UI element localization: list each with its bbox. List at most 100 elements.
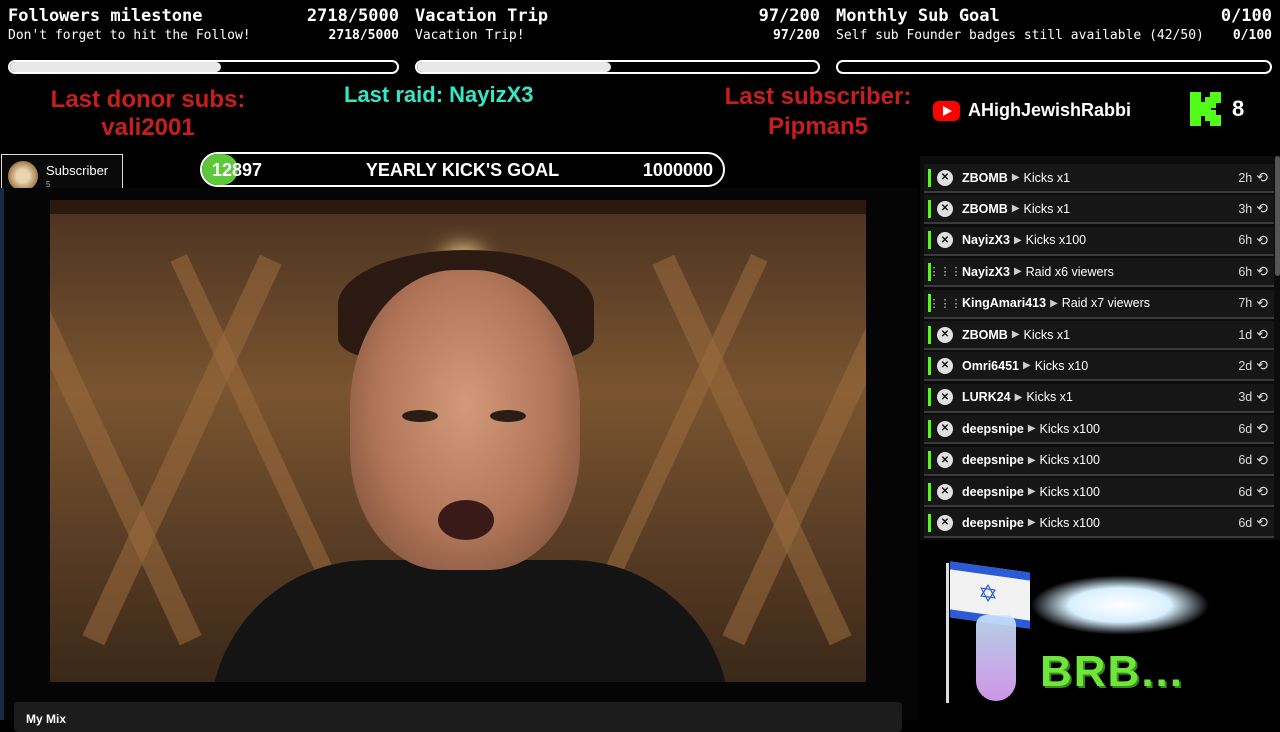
goal-progress-bar xyxy=(836,60,1272,74)
youtube-channel-name: AHighJewishRabbi xyxy=(968,100,1132,120)
kick-count: 8 xyxy=(1232,96,1245,121)
event-time: 1d xyxy=(1238,327,1253,342)
mix-label: My Mix xyxy=(26,712,67,726)
mix-bar[interactable]: My Mix xyxy=(14,702,902,732)
replay-icon[interactable]: ⟲ xyxy=(1256,483,1268,500)
goal-followers: Followers milestone 2718/5000 Don't forg… xyxy=(8,0,399,82)
event-time: 7h xyxy=(1238,296,1253,311)
last-raid: Last raid: NayizX3 xyxy=(344,82,534,107)
avatar xyxy=(8,161,38,191)
replay-icon[interactable]: ⟲ xyxy=(1256,169,1268,186)
raid-icon: ⋮⋮⋮ xyxy=(928,266,962,279)
last-donor-title: Last donor subs: xyxy=(50,86,246,113)
event-user: NayizX3 xyxy=(962,264,1010,279)
arrow-icon: ▶ xyxy=(1011,172,1020,183)
row-accent xyxy=(928,356,931,375)
row-accent xyxy=(928,419,931,438)
replay-icon[interactable]: ⟲ xyxy=(1256,514,1268,531)
arrow-icon: ▶ xyxy=(1022,360,1031,372)
goal-subtitle: Don't forget to hit the Follow! xyxy=(8,28,251,43)
arrow-icon: ▶ xyxy=(1013,234,1022,246)
event-action: Kicks x1 xyxy=(1026,390,1073,405)
event-action: Kicks x100 xyxy=(1039,515,1100,530)
event-time: 2h xyxy=(1238,170,1253,185)
event-time: 3d xyxy=(1238,390,1253,405)
replay-icon[interactable]: ⟲ xyxy=(1256,389,1268,406)
kick-coin-icon: ✕ xyxy=(937,452,953,469)
goal-progress-fill xyxy=(417,62,612,72)
event-action: Kicks x1 xyxy=(1023,327,1071,342)
goal-sub-value: 2718/5000 xyxy=(328,28,399,43)
replay-icon[interactable]: ⟲ xyxy=(1256,452,1268,469)
arrow-icon: ▶ xyxy=(1027,423,1036,435)
replay-icon[interactable]: ⟲ xyxy=(1256,420,1268,437)
event-user: deepsnipe xyxy=(962,515,1024,530)
goal-subtitle: Vacation Trip! xyxy=(415,28,525,43)
goal-sub-value: 0/100 xyxy=(1232,28,1272,43)
scrollbar[interactable] xyxy=(1275,156,1280,276)
event-action: Kicks x10 xyxy=(1034,358,1089,373)
flag-pole xyxy=(946,563,949,703)
event-action: Kicks x1 xyxy=(1023,170,1071,185)
arrow-icon: ▶ xyxy=(1027,486,1036,497)
event-row: ✕ LURK24 ▶ Kicks x1 3d ⟲ xyxy=(924,383,1274,413)
kick-goal-target: 1000000 xyxy=(642,160,713,180)
kick-goal-bar: 12897 YEARLY KICK'S GOAL 1000000 xyxy=(200,152,725,187)
event-user: NayizX3 xyxy=(962,233,1010,248)
kick-logo-icon xyxy=(1190,92,1221,126)
goal-sub-value: 97/200 xyxy=(773,28,820,43)
event-feed[interactable]: ✕ ZBOMB ▶ Kicks x1 2h ⟲ ✕ ZBOMB ▶ Kicks x1 3h ⟲ ✕ Nay… xyxy=(920,156,1280,540)
event-time: 6d xyxy=(1238,453,1253,468)
video-player[interactable]: My Mix xyxy=(0,188,918,732)
replay-icon[interactable]: ⟲ xyxy=(1256,295,1268,312)
event-time: 6d xyxy=(1238,421,1253,436)
event-action: Kicks x1 xyxy=(1023,201,1071,216)
row-accent xyxy=(928,451,931,470)
goal-title: Monthly Sub Goal xyxy=(836,6,1000,26)
event-row: ✕ deepsnipe ▶ Kicks x100 6d ⟲ xyxy=(924,509,1274,539)
goal-title-value: 2718/5000 xyxy=(306,6,399,26)
kick-coin-icon: ✕ xyxy=(937,200,953,217)
event-row: ✕ ZBOMB ▶ Kicks x1 2h ⟲ xyxy=(924,164,1274,193)
row-accent xyxy=(928,199,931,218)
row-accent xyxy=(928,482,931,501)
arrow-icon: ▶ xyxy=(1050,297,1058,309)
goal-vacation: Vacation Trip 97/200 Vacation Trip! 97/2… xyxy=(415,0,820,82)
arrow-icon: ▶ xyxy=(1011,203,1020,215)
arrow-icon: ▶ xyxy=(1011,329,1020,340)
event-row: ✕ deepsnipe ▶ Kicks x100 6d ⟲ xyxy=(924,446,1274,476)
kick-coin-icon: ✕ xyxy=(937,514,953,531)
row-accent xyxy=(928,513,931,532)
event-user: KingAmari413 xyxy=(962,296,1047,311)
goal-progress-bar xyxy=(415,60,820,74)
kick-coin-icon: ✕ xyxy=(937,420,953,437)
event-action: Kicks x100 xyxy=(1039,453,1100,468)
event-user: ZBOMB xyxy=(962,201,1008,216)
arrow-icon: ▶ xyxy=(1027,454,1036,466)
event-row: ✕ deepsnipe ▶ Kicks x100 6d ⟲ xyxy=(924,478,1274,507)
last-subscriber-name: Pipman5 xyxy=(767,113,869,140)
event-user: deepsnipe xyxy=(962,484,1024,499)
video-frame xyxy=(50,200,866,682)
event-row: ✕ Omri6451 ▶ Kicks x10 2d ⟲ xyxy=(924,352,1274,382)
replay-icon[interactable]: ⟲ xyxy=(1256,263,1268,280)
event-row: ✕ deepsnipe ▶ Kicks x100 6d ⟲ xyxy=(924,415,1274,445)
bong-icon xyxy=(976,615,1016,701)
event-time: 6h xyxy=(1238,233,1253,248)
event-row: ✕ NayizX3 ▶ Kicks x100 6h ⟲ xyxy=(924,226,1274,256)
event-user: ZBOMB xyxy=(962,327,1008,342)
goal-title: Vacation Trip xyxy=(415,6,549,26)
row-accent xyxy=(928,168,931,187)
event-row: ⋮⋮⋮ KingAmari413 ▶ Raid x7 viewers 7h ⟲ xyxy=(924,289,1274,319)
row-accent xyxy=(928,231,931,250)
arrow-icon: ▶ xyxy=(1014,391,1023,403)
youtube-icon xyxy=(933,100,960,121)
replay-icon[interactable]: ⟲ xyxy=(1256,200,1268,217)
goal-progress-fill xyxy=(10,62,221,72)
youtube-channel: AHighJewishRabbi xyxy=(933,100,1131,121)
event-action: Raid x7 viewers xyxy=(1061,296,1150,311)
event-user: LURK24 xyxy=(962,390,1011,405)
replay-icon[interactable]: ⟲ xyxy=(1256,232,1268,249)
replay-icon[interactable]: ⟲ xyxy=(1256,326,1268,343)
replay-icon[interactable]: ⟲ xyxy=(1256,357,1268,374)
